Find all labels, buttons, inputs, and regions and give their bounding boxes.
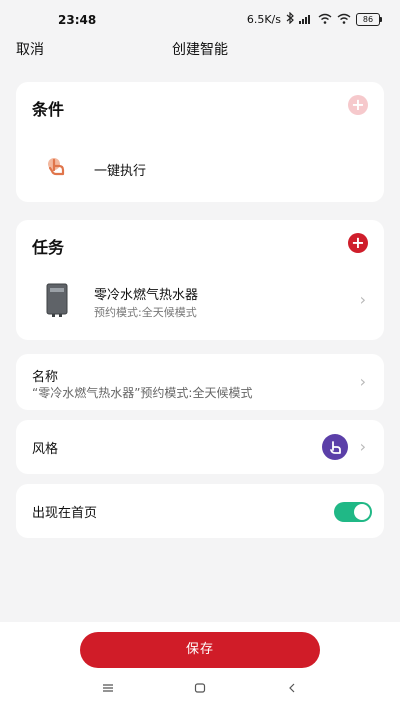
page-title: 创建智能 <box>172 42 228 58</box>
status-icons: 6.5K/s 86 <box>246 11 382 27</box>
signal-icon <box>299 13 313 27</box>
menu-icon[interactable] <box>102 682 114 698</box>
bluetooth-icon <box>286 11 294 27</box>
cancel-button[interactable]: 取消 <box>16 39 44 59</box>
water-heater-icon <box>44 283 70 321</box>
status-bar: 23:48 6.5K/s 86 <box>0 0 400 40</box>
task-card: 任务 + 零冷水燃气热水器 预约模式:全天候模式 › <box>16 220 384 340</box>
home-icon[interactable] <box>194 682 206 698</box>
condition-title: 条件 <box>32 100 65 119</box>
network-speed: 6.5K/s <box>246 13 281 26</box>
chevron-right-icon: › <box>359 372 366 391</box>
style-label: 风格 <box>32 442 59 457</box>
wifi-icon-secondary <box>337 13 351 27</box>
add-task-button[interactable]: + <box>348 233 368 253</box>
name-value: “零冷水燃气热水器”预约模式:全天候模式 <box>32 386 253 400</box>
status-time: 23:48 <box>58 13 97 27</box>
homepage-toggle[interactable] <box>334 502 372 522</box>
chevron-right-icon: › <box>359 437 366 456</box>
toggle-knob <box>354 504 370 520</box>
homepage-card: 出现在首页 <box>16 484 384 538</box>
task-title: 任务 <box>32 238 65 257</box>
tap-hand-icon <box>46 156 68 182</box>
task-device-name: 零冷水燃气热水器 <box>94 288 199 303</box>
back-icon[interactable] <box>286 682 298 698</box>
style-preview-icon <box>322 434 348 460</box>
homepage-label: 出现在首页 <box>32 506 98 521</box>
bottom-bar: 保存 <box>0 622 400 711</box>
chevron-right-icon: › <box>359 290 366 309</box>
top-nav-bar: 创建智能 取消 <box>0 36 400 62</box>
name-label: 名称 <box>32 370 59 385</box>
condition-card: 条件 + 一键执行 <box>16 82 384 202</box>
wifi-icon <box>318 13 332 27</box>
save-button[interactable]: 保存 <box>80 632 320 668</box>
battery-icon: 86 <box>356 13 382 26</box>
task-item[interactable]: 零冷水燃气热水器 预约模式:全天候模式 › <box>16 274 384 328</box>
name-card[interactable]: 名称 “零冷水燃气热水器”预约模式:全天候模式 › <box>16 354 384 410</box>
condition-item[interactable]: 一键执行 <box>16 146 384 190</box>
task-device-mode: 预约模式:全天候模式 <box>94 306 197 319</box>
add-condition-button[interactable]: + <box>348 95 368 115</box>
style-card[interactable]: 风格 › <box>16 420 384 474</box>
system-nav-bar <box>0 682 400 706</box>
condition-item-label: 一键执行 <box>94 164 147 179</box>
